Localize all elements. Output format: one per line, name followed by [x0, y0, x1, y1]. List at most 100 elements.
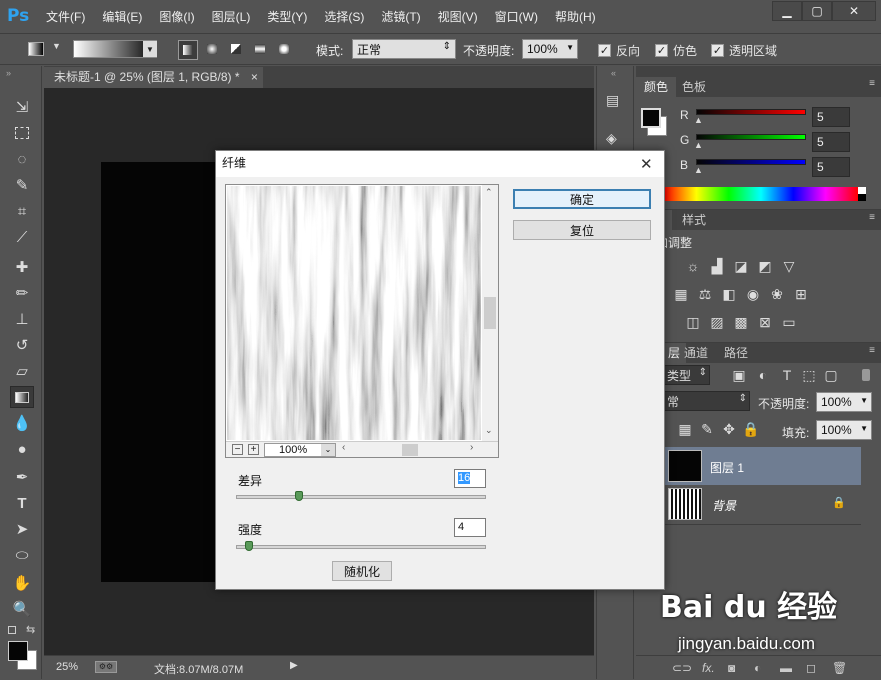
default-colors-icon[interactable]	[8, 626, 16, 634]
filter-smart-icon[interactable]: ▢	[822, 367, 840, 383]
layer-name[interactable]: 背景	[712, 497, 736, 514]
channel-b-slider[interactable]	[696, 159, 806, 165]
layer-row-background[interactable]: 背景 🔒	[662, 485, 861, 525]
menu-window[interactable]: 窗口(W)	[495, 8, 538, 25]
channel-b-value[interactable]: 5	[812, 157, 850, 177]
clone-stamp-tool-icon[interactable]: ⊥	[10, 308, 34, 330]
tab-paths[interactable]: 路径	[716, 343, 756, 363]
panel-menu-icon[interactable]: ≡	[869, 78, 875, 89]
opacity-field[interactable]: 100% ▼	[522, 39, 578, 59]
blur-tool-icon[interactable]: 💧	[10, 412, 34, 434]
channel-mixer-icon[interactable]: ❀	[768, 286, 786, 302]
layer-opacity-field[interactable]: 100% ▼	[816, 392, 872, 412]
tab-styles[interactable]: 样式	[674, 210, 714, 230]
reverse-option[interactable]: ✓ 反向	[598, 42, 640, 59]
randomize-button[interactable]: 随机化	[332, 561, 392, 581]
diamond-gradient-button[interactable]	[275, 40, 295, 60]
panel-menu-icon[interactable]: ≡	[869, 345, 875, 356]
channel-r-value[interactable]: 5	[812, 107, 850, 127]
fill-field[interactable]: 100% ▼	[816, 420, 872, 440]
filter-type-icon[interactable]: T	[778, 367, 796, 383]
color-lookup-icon[interactable]: ⊞	[792, 286, 810, 302]
black-swatch[interactable]	[858, 194, 866, 201]
menu-edit[interactable]: 编辑(E)	[102, 8, 142, 25]
fg-swatch[interactable]	[641, 108, 661, 128]
posterize-icon[interactable]: ▨	[708, 314, 726, 330]
dodge-tool-icon[interactable]: ●	[10, 438, 34, 460]
filter-toggle[interactable]	[862, 369, 870, 381]
swap-colors-icon[interactable]: ⇆	[26, 623, 35, 636]
minimize-button[interactable]: ▁	[772, 1, 802, 21]
zoom-level[interactable]: 25%	[56, 661, 78, 673]
hue-saturation-icon[interactable]: ▦	[672, 286, 690, 302]
reflected-gradient-button[interactable]	[251, 40, 271, 60]
panel-menu-icon[interactable]: ≡	[869, 212, 875, 223]
pen-tool-icon[interactable]: ✒	[10, 466, 34, 488]
layer-filter-select[interactable]: 类型 ⇕	[662, 365, 710, 385]
collapse-icon[interactable]: »	[6, 68, 11, 78]
ellipse-tool-icon[interactable]: ⬭	[10, 544, 34, 566]
dialog-close-icon[interactable]: ✕	[640, 155, 653, 173]
menu-help[interactable]: 帮助(H)	[555, 8, 596, 25]
ok-button[interactable]: 确定	[513, 189, 651, 209]
reverse-checkbox[interactable]: ✓	[598, 44, 611, 57]
tab-swatches[interactable]: 色板	[674, 77, 714, 97]
angle-gradient-button[interactable]	[227, 40, 247, 60]
hand-tool-icon[interactable]: ✋	[10, 572, 34, 594]
marquee-tool-icon[interactable]	[10, 122, 34, 144]
status-menu-arrow-icon[interactable]: ▶	[290, 660, 298, 671]
zoom-out-button[interactable]: −	[232, 444, 243, 455]
filter-shape-icon[interactable]: ⬚	[800, 367, 818, 383]
blend-mode-select[interactable]: 常 ⇕	[662, 391, 750, 411]
vscroll-thumb[interactable]	[484, 297, 496, 329]
brightness-icon[interactable]: ☼	[684, 258, 702, 274]
layer-name[interactable]: 图层 1	[710, 459, 744, 476]
variance-slider-thumb[interactable]	[294, 491, 303, 501]
photo-filter-icon[interactable]: ◉	[744, 286, 762, 302]
zoom-tool-icon[interactable]: 🔍	[10, 598, 34, 620]
maximize-button[interactable]: ▢	[802, 1, 832, 21]
scroll-right-icon[interactable]: ›	[470, 442, 473, 453]
menu-filter[interactable]: 滤镜(T)	[381, 8, 420, 25]
gradient-map-icon[interactable]: ▭	[780, 314, 798, 330]
reset-button[interactable]: 复位	[513, 220, 651, 240]
black-white-icon[interactable]: ◧	[720, 286, 738, 302]
type-tool-icon[interactable]: T	[10, 492, 34, 514]
linear-gradient-button[interactable]	[178, 40, 198, 60]
fibers-preview[interactable]	[227, 186, 481, 440]
transparency-option[interactable]: ✓ 透明区域	[711, 42, 777, 59]
filter-pixel-icon[interactable]: ▣	[730, 367, 748, 383]
hscroll-thumb[interactable]	[402, 444, 418, 456]
lock-position-icon[interactable]: ✥	[720, 421, 738, 437]
channel-g-slider[interactable]	[696, 134, 806, 140]
slider-thumb-icon[interactable]: ▲	[694, 165, 703, 175]
slider-thumb-icon[interactable]: ▲	[694, 115, 703, 125]
chevron-down-icon[interactable]: ▼	[52, 41, 61, 51]
white-swatch[interactable]	[858, 187, 866, 194]
close-window-button[interactable]: ✕	[832, 1, 876, 21]
lock-pixels-icon[interactable]: ✎	[698, 421, 716, 437]
variance-field[interactable]: 16	[454, 469, 486, 488]
brush-tool-icon[interactable]: ✏	[10, 282, 34, 304]
strength-field[interactable]: 4	[454, 518, 486, 537]
lasso-tool-icon[interactable]: ◌	[10, 148, 34, 170]
preview-zoom-select[interactable]: 100% ⌄	[264, 443, 336, 457]
dither-option[interactable]: ✓ 仿色	[655, 42, 697, 59]
foreground-color-swatch[interactable]	[8, 641, 28, 661]
color-spectrum-bar[interactable]	[664, 187, 858, 201]
quick-select-tool-icon[interactable]: ✎	[10, 174, 34, 196]
variance-slider[interactable]	[236, 495, 486, 499]
mode-select[interactable]: 正常 ⇕	[352, 39, 456, 59]
zoom-in-button[interactable]: +	[248, 444, 259, 455]
tab-color[interactable]: 颜色	[636, 77, 677, 97]
transparency-checkbox[interactable]: ✓	[711, 44, 724, 57]
tab-channels[interactable]: 通道	[676, 343, 716, 363]
menu-file[interactable]: 文件(F)	[46, 8, 85, 25]
expand-icon[interactable]: «	[611, 68, 616, 78]
eraser-tool-icon[interactable]: ▱	[10, 360, 34, 382]
scroll-up-icon[interactable]: ⌃	[485, 187, 493, 198]
strength-slider-thumb[interactable]	[244, 541, 253, 551]
channel-g-value[interactable]: 5	[812, 132, 850, 152]
invert-icon[interactable]: ◫	[684, 314, 702, 330]
dither-checkbox[interactable]: ✓	[655, 44, 668, 57]
